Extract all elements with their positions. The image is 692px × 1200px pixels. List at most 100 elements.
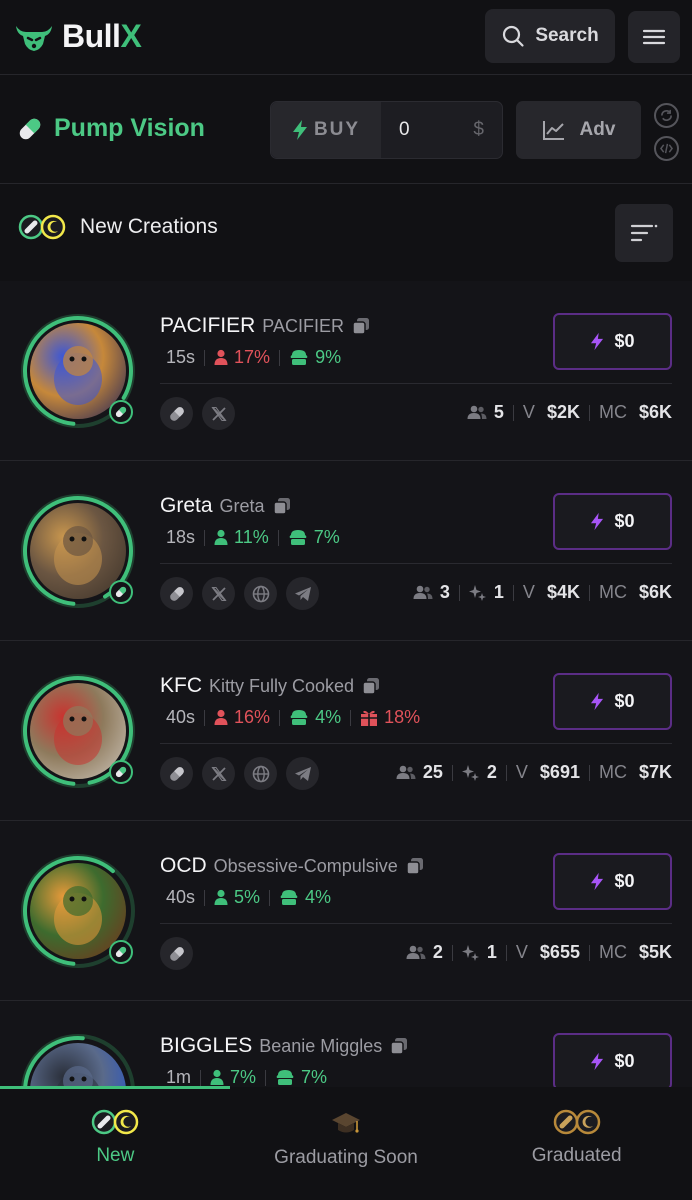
social-pill-button[interactable] <box>160 757 193 790</box>
filter-button[interactable] <box>615 204 673 262</box>
card-divider <box>160 923 672 924</box>
stat-separator <box>204 529 206 546</box>
volume: V $655 <box>515 942 580 962</box>
stat-separator <box>279 349 281 366</box>
token-stats: 1m 7% 7% <box>166 1067 327 1087</box>
tab-new[interactable]: New <box>0 1089 231 1200</box>
token-ticker[interactable]: KFC <box>160 674 202 698</box>
token-ticker[interactable]: BIGGLES <box>160 1034 252 1058</box>
stat-value: 7% <box>313 527 340 547</box>
token-ticker[interactable]: PACIFIER <box>160 314 255 338</box>
stat-value: 7% <box>301 1067 328 1087</box>
bonding-curve-progress <box>23 1036 133 1087</box>
copy-icon[interactable] <box>389 1036 409 1056</box>
token-ticker[interactable]: Greta <box>160 494 213 518</box>
social-links <box>160 757 319 790</box>
token-avatar-ring <box>21 314 135 428</box>
logo-text: BullX <box>62 18 142 54</box>
token-card[interactable]: Greta Greta 18s 11% 7% 3 1 V $4K MC $6K $0 <box>0 461 692 641</box>
quick-buy-label: $0 <box>614 871 635 891</box>
stat-value: 7% <box>230 1067 257 1087</box>
stat-value: 18% <box>384 707 421 727</box>
quick-buy-group: BUY $ <box>270 101 503 159</box>
copy-icon[interactable] <box>405 856 425 876</box>
logo[interactable]: BullX <box>14 18 142 55</box>
social-pill-button[interactable] <box>160 577 193 610</box>
holders-count-icon <box>467 405 487 419</box>
social-globe-button[interactable] <box>244 577 277 610</box>
quick-buy-button[interactable]: $0 <box>553 853 672 910</box>
social-globe-button[interactable] <box>244 757 277 790</box>
menu-button[interactable] <box>628 11 680 63</box>
copy-icon[interactable] <box>272 496 292 516</box>
top-holders-icon <box>214 529 228 545</box>
buy-button[interactable]: BUY <box>271 102 381 158</box>
token-card[interactable]: BIGGLES Beanie Miggles 1m 7% 7% $0 <box>0 1001 692 1087</box>
social-x-button[interactable] <box>202 757 235 790</box>
tab-graduated[interactable]: Graduated <box>461 1089 692 1200</box>
social-x-button[interactable] <box>202 577 235 610</box>
stat-holders: 11% <box>214 527 269 548</box>
refresh-icon <box>661 109 672 121</box>
search-button[interactable]: Search <box>485 9 615 63</box>
tab-graduating-soon-label: Graduating Soon <box>274 1147 418 1168</box>
social-pill-button[interactable] <box>160 397 193 430</box>
market-cap: MC $6K <box>598 582 672 602</box>
stat-holders: 7% <box>210 1067 256 1087</box>
dev-hat-icon <box>290 350 308 365</box>
lightning-icon <box>292 120 307 140</box>
card-divider <box>160 563 672 564</box>
quick-buy-button[interactable]: $0 <box>553 493 672 550</box>
token-name: Greta <box>219 495 265 516</box>
social-pill-button[interactable] <box>160 937 193 970</box>
social-telegram-button[interactable] <box>286 577 319 610</box>
token-name-line: OCD Obsessive-Compulsive <box>160 854 425 878</box>
filter-icon <box>630 224 658 242</box>
token-stats: 15s 17% 9% <box>166 347 341 368</box>
token-card[interactable]: KFC Kitty Fully Cooked 40s 16% 4% 18% 25 2 V $691… <box>0 641 692 821</box>
bottom-nav: New Graduating Soon Graduated <box>0 1089 692 1200</box>
top-bar: BullX Search <box>0 0 692 75</box>
code-button[interactable] <box>654 136 679 161</box>
quick-buy-button[interactable]: $0 <box>553 1033 672 1087</box>
token-ticker[interactable]: OCD <box>160 854 207 878</box>
logo-accent: X <box>120 18 142 54</box>
pump-pill-icon <box>169 766 184 781</box>
lightning-icon <box>591 1052 604 1071</box>
buy-amount-input[interactable] <box>381 102 474 158</box>
stat-holders: 5% <box>214 887 260 908</box>
globe-icon <box>252 585 269 602</box>
pill-icon <box>115 766 127 778</box>
social-x-button[interactable] <box>202 397 235 430</box>
stat-separator <box>279 709 281 726</box>
quick-buy-button[interactable]: $0 <box>553 673 672 730</box>
copy-icon[interactable] <box>351 316 371 336</box>
social-telegram-button[interactable] <box>286 757 319 790</box>
token-age: 18s <box>166 527 196 547</box>
stat-bundle: 18% <box>360 707 420 728</box>
pill-icon <box>115 586 127 598</box>
tab-new-label: New <box>96 1145 135 1166</box>
stat-value: 5% <box>234 887 261 907</box>
tab-graduating-soon[interactable]: Graduating Soon <box>231 1089 462 1200</box>
token-name: Beanie Miggles <box>259 1035 383 1056</box>
copy-icon[interactable] <box>361 676 381 696</box>
eyes-gold-icon <box>553 1109 600 1135</box>
quick-buy-button[interactable]: $0 <box>553 313 672 370</box>
token-stats: 40s 16% 4% 18% <box>166 707 420 728</box>
dev-hat-icon <box>280 890 298 905</box>
advanced-button[interactable]: Adv <box>516 101 641 159</box>
top-holders-icon <box>214 709 228 725</box>
token-card[interactable]: OCD Obsessive-Compulsive 40s 5% 4% 2 1 V $655 MC $… <box>0 821 692 1001</box>
token-name-line: KFC Kitty Fully Cooked <box>160 674 381 698</box>
token-name-line: BIGGLES Beanie Miggles <box>160 1034 409 1058</box>
holders-count-icon <box>406 945 426 959</box>
holders-count-icon <box>413 585 433 599</box>
lightning-icon <box>591 872 604 891</box>
refresh-button[interactable] <box>654 103 679 128</box>
token-stats: 40s 5% 4% <box>166 887 331 908</box>
pump-badge <box>109 760 133 784</box>
token-age: 40s <box>166 707 196 727</box>
token-card[interactable]: PACIFIER PACIFIER 15s 17% 9% 5 V $2K MC $6K $0 <box>0 281 692 461</box>
globe-icon <box>252 765 269 782</box>
